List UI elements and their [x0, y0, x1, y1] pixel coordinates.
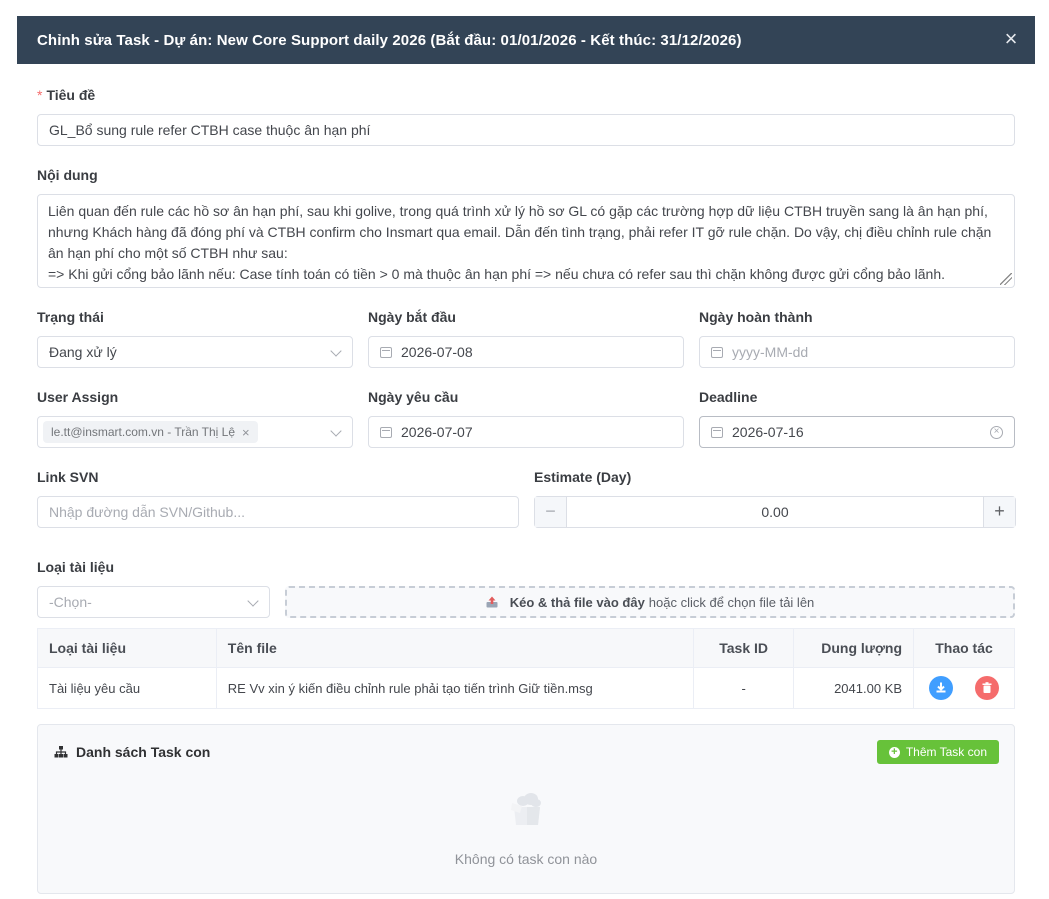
dialog-header: Chỉnh sửa Task - Dự án: New Core Support…	[17, 16, 1035, 64]
column-header: Loại tài liệu	[37, 628, 217, 668]
estimate-value[interactable]: 0.00	[567, 497, 983, 527]
complete-date-picker[interactable]: yyyy-MM-dd	[699, 336, 1015, 368]
files-table: Loại tài liệu Tên file Task ID Dung lượn…	[37, 628, 1015, 709]
status-select[interactable]: Đang xử lý	[37, 336, 353, 368]
user-assign-select[interactable]: le.tt@insmart.com.vn - Trần Thị Lệ ×	[37, 416, 353, 448]
deadline-value: 2026-07-16	[732, 424, 804, 440]
table-row: Tài liệu yêu cầu RE Vv xin ý kiến điều c…	[37, 667, 1015, 709]
calendar-icon	[380, 346, 392, 358]
download-icon	[936, 682, 946, 693]
chevron-down-icon	[330, 425, 342, 437]
column-header: Dung lượng	[793, 628, 915, 668]
column-header: Thao tác	[913, 628, 1015, 668]
required-mark: *	[37, 87, 43, 103]
close-icon[interactable]: ×	[1001, 28, 1021, 50]
chevron-down-icon	[247, 595, 259, 607]
content-textarea[interactable]: Liên quan đến rule các hồ sơ ân hạn phí,…	[37, 194, 1015, 288]
cell-file-name: RE Vv xin ý kiến điều chỉnh rule phải tạ…	[215, 667, 695, 709]
upload-dropzone[interactable]: Kéo & thả file vào đây hoặc click để chọ…	[285, 586, 1015, 618]
increase-button[interactable]: +	[983, 497, 1015, 527]
content-line: nhưng Khách hàng đã đóng phí và CTBH con…	[48, 224, 992, 240]
table-header-row: Loại tài liệu Tên file Task ID Dung lượn…	[37, 628, 1015, 668]
clear-icon[interactable]: ×	[990, 426, 1003, 439]
user-tag-label: le.tt@insmart.com.vn - Trần Thị Lệ	[51, 425, 236, 439]
resize-handle-icon[interactable]	[1000, 273, 1012, 285]
cell-actions	[913, 667, 1015, 709]
start-date-value: 2026-07-08	[401, 344, 473, 360]
title-input[interactable]: GL_Bổ sung rule refer CTBH case thuộc ân…	[37, 114, 1015, 146]
user-assign-label: User Assign	[37, 389, 119, 405]
cell-size: 2041.00 KB	[793, 667, 915, 709]
svn-placeholder: Nhập đường dẫn SVN/Github...	[49, 504, 245, 520]
svn-input[interactable]: Nhập đường dẫn SVN/Github...	[37, 496, 519, 528]
subtask-title: Danh sách Task con	[54, 744, 210, 760]
request-date-picker[interactable]: 2026-07-07	[368, 416, 684, 448]
deadline-picker[interactable]: 2026-07-16 ×	[699, 416, 1015, 448]
estimate-input-number: − 0.00 +	[534, 496, 1016, 528]
request-date-value: 2026-07-07	[401, 424, 473, 440]
cell-doc-type: Tài liệu yêu cầu	[37, 667, 217, 709]
empty-text: Không có task con nào	[454, 851, 598, 867]
status-select-value: Đang xử lý	[49, 344, 117, 360]
edit-task-dialog: Chỉnh sửa Task - Dự án: New Core Support…	[0, 0, 1049, 899]
content-line: => Khi gửi cổng bảo lãnh nếu: Case tính …	[48, 266, 945, 282]
decrease-button[interactable]: −	[535, 497, 567, 527]
complete-date-label: Ngày hoàn thành	[699, 309, 813, 325]
doc-type-label: Loại tài liệu	[37, 559, 115, 575]
upload-icon	[486, 596, 498, 608]
add-subtask-label: Thêm Task con	[905, 745, 987, 759]
doc-type-placeholder: -Chọn-	[49, 594, 92, 610]
dialog-title: Chỉnh sửa Task - Dự án: New Core Support…	[37, 31, 742, 49]
column-header: Task ID	[693, 628, 795, 668]
download-button[interactable]	[929, 676, 954, 700]
calendar-icon	[711, 346, 723, 358]
start-date-picker[interactable]: 2026-07-08	[368, 336, 684, 368]
sitemap-icon	[54, 746, 68, 758]
request-date-label: Ngày yêu cầu	[368, 389, 459, 405]
user-tag: le.tt@insmart.com.vn - Trần Thị Lệ ×	[43, 421, 258, 443]
add-subtask-button[interactable]: + Thêm Task con	[876, 740, 999, 764]
estimate-label: Estimate (Day)	[534, 469, 632, 485]
plus-circle-icon: +	[888, 746, 900, 758]
title-label: * Tiêu đề	[37, 87, 96, 103]
content-line: Liên quan đến rule các hồ sơ ân hạn phí,…	[48, 203, 988, 219]
calendar-icon	[711, 426, 723, 438]
start-date-label: Ngày bắt đầu	[368, 309, 456, 325]
status-label: Trạng thái	[37, 309, 104, 325]
chevron-down-icon	[330, 345, 342, 357]
upload-bold-text: Kéo & thả file vào đây	[509, 594, 645, 610]
empty-box-icon	[511, 793, 541, 825]
upload-hint-text: hoặc click để chọn file tải lên	[648, 594, 815, 610]
complete-date-placeholder: yyyy-MM-dd	[732, 344, 809, 360]
svn-label: Link SVN	[37, 469, 99, 485]
column-header: Tên file	[215, 628, 695, 668]
trash-icon	[982, 682, 992, 693]
title-input-value: GL_Bổ sung rule refer CTBH case thuộc ân…	[49, 122, 371, 138]
content-label: Nội dung	[37, 167, 98, 183]
deadline-label: Deadline	[699, 389, 758, 405]
calendar-icon	[380, 426, 392, 438]
cell-task-id: -	[693, 667, 795, 709]
tag-close-icon[interactable]: ×	[242, 425, 250, 440]
delete-button[interactable]	[974, 676, 999, 700]
doc-type-select[interactable]: -Chọn-	[37, 586, 270, 618]
subtask-panel: Danh sách Task con + Thêm Task con Không…	[37, 724, 1015, 894]
content-line: ân hạn phí cho một số CTBH như sau:	[48, 245, 288, 261]
